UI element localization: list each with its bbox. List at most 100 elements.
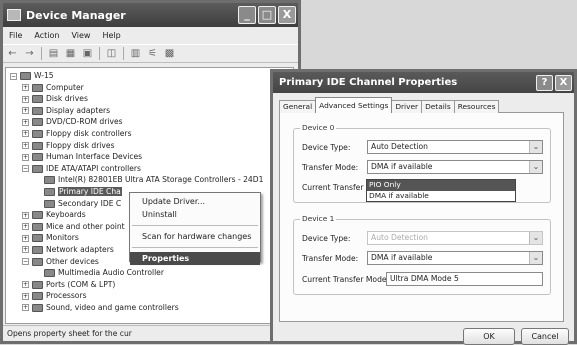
menu-item-scan-hardware[interactable]: Scan for hardware changes xyxy=(130,230,260,243)
tree-item-dvd-drives[interactable]: + DVD/CD-ROM drives xyxy=(10,116,293,128)
menu-file[interactable]: File xyxy=(9,31,22,40)
toolbar-separator xyxy=(99,47,100,60)
transfer-mode-dropdown-list[interactable]: PIO Only DMA if available xyxy=(366,179,516,202)
device-0-title: Device 0 xyxy=(300,123,337,132)
expand-icon[interactable]: + xyxy=(22,107,29,115)
cancel-button[interactable]: Cancel xyxy=(521,328,569,345)
device-1-title: Device 1 xyxy=(300,214,337,223)
expand-icon[interactable]: + xyxy=(22,281,29,289)
expand-icon[interactable]: + xyxy=(22,142,29,150)
device-1-current-row: Current Transfer Mode: xyxy=(302,272,389,286)
menu-item-properties[interactable]: Properties xyxy=(130,252,260,265)
tree-item-computer[interactable]: + Computer xyxy=(10,82,293,94)
tree-item-ide-controllers[interactable]: − IDE ATA/ATAPI controllers xyxy=(10,163,293,175)
menu-help[interactable]: Help xyxy=(102,31,120,40)
show-hide-tree-icon[interactable]: ▤ xyxy=(48,48,59,59)
tab-driver[interactable]: Driver xyxy=(391,100,423,113)
chevron-down-icon[interactable]: ⌄ xyxy=(529,252,542,264)
device-0-transfer-select[interactable]: DMA if available ⌄ xyxy=(367,160,543,174)
tree-item-intel-ata-controller[interactable]: Intel(R) 82801EB Ultra ATA Storage Contr… xyxy=(10,174,293,186)
device-type-label: Device Type: xyxy=(302,233,351,243)
window-title: Device Manager xyxy=(26,8,126,22)
current-transfer-label: Current Transfer M xyxy=(302,182,373,192)
port-icon xyxy=(32,280,43,289)
menu-item-uninstall[interactable]: Uninstall xyxy=(130,208,260,221)
tree-item-display-adapters[interactable]: + Display adapters xyxy=(10,105,293,117)
minimize-button[interactable]: _ xyxy=(238,6,256,24)
expand-icon[interactable]: + xyxy=(22,234,29,242)
menu-view[interactable]: View xyxy=(71,31,90,40)
network-adapter-icon xyxy=(32,245,43,254)
option-pio-only[interactable]: PIO Only xyxy=(367,180,515,191)
device-1-transfer-select[interactable]: DMA if available ⌄ xyxy=(367,251,543,265)
properties-icon[interactable]: ▦ xyxy=(65,48,76,59)
chevron-down-icon[interactable]: ⌄ xyxy=(529,141,542,153)
help-icon[interactable]: ◫ xyxy=(106,48,117,59)
forward-arrow-icon[interactable]: → xyxy=(24,48,35,59)
tree-item-processors[interactable]: + Processors xyxy=(10,290,293,302)
print-icon[interactable]: ▣ xyxy=(82,48,93,59)
mouse-icon xyxy=(32,222,43,231)
scan-hardware-icon[interactable]: ▥ xyxy=(130,48,141,59)
dialog-title: Primary IDE Channel Properties xyxy=(279,77,458,88)
expand-icon[interactable]: + xyxy=(22,95,29,103)
expand-icon[interactable]: + xyxy=(22,84,29,92)
tree-item-floppy-controllers[interactable]: + Floppy disk controllers xyxy=(10,128,293,140)
tree-item-ports[interactable]: + Ports (COM & LPT) xyxy=(10,279,293,291)
device-0-current-row: Current Transfer M xyxy=(302,180,372,194)
device-1-type-row: Device Type: xyxy=(302,231,366,245)
transfer-mode-label: Transfer Mode: xyxy=(302,253,359,263)
expand-icon[interactable]: + xyxy=(22,246,29,254)
help-button[interactable]: ? xyxy=(536,74,553,91)
monitor-icon xyxy=(32,234,43,243)
expand-icon[interactable]: + xyxy=(22,292,29,300)
expand-icon[interactable]: + xyxy=(22,304,29,312)
tree-item-floppy-drives[interactable]: + Floppy disk drives xyxy=(10,140,293,152)
floppy-drive-icon xyxy=(32,141,43,150)
tab-advanced-settings[interactable]: Advanced Settings xyxy=(315,97,393,113)
expand-icon[interactable]: + xyxy=(22,223,29,231)
computer-icon xyxy=(20,72,31,80)
device-0-type-select[interactable]: Auto Detection ⌄ xyxy=(367,140,543,154)
collapse-icon[interactable]: − xyxy=(10,72,17,80)
tree-item-disk-drives[interactable]: + Disk drives xyxy=(10,93,293,105)
tab-resources[interactable]: Resources xyxy=(453,100,500,113)
update-driver-icon[interactable]: ⚟ xyxy=(147,48,158,59)
uninstall-icon[interactable]: ▩ xyxy=(164,48,175,59)
ide-controller-icon xyxy=(32,164,43,173)
chevron-down-icon[interactable]: ⌄ xyxy=(529,232,542,244)
expand-icon[interactable]: + xyxy=(22,211,29,219)
collapse-icon[interactable]: − xyxy=(22,258,29,265)
current-transfer-mode-field: Ultra DMA Mode 5 xyxy=(386,272,543,286)
device-manager-titlebar[interactable]: Device Manager _ □ X xyxy=(3,3,298,27)
tab-general[interactable]: General xyxy=(279,100,317,113)
close-button[interactable]: X xyxy=(278,6,296,24)
warning-device-icon xyxy=(44,269,55,278)
dialog-titlebar[interactable]: Primary IDE Channel Properties ? X xyxy=(273,72,574,93)
expand-icon[interactable]: + xyxy=(22,118,29,126)
tab-details[interactable]: Details xyxy=(421,100,455,113)
dialog-client: General Advanced Settings Driver Details… xyxy=(273,93,574,345)
menu-action[interactable]: Action xyxy=(34,31,59,40)
dialog-close-button[interactable]: X xyxy=(555,74,572,91)
option-dma-if-available[interactable]: DMA if available xyxy=(367,191,515,202)
disk-drive-icon xyxy=(32,95,43,104)
back-arrow-icon[interactable]: ← xyxy=(7,48,18,59)
expand-icon[interactable]: + xyxy=(22,130,29,138)
tree-item-multimedia-audio[interactable]: Multimedia Audio Controller xyxy=(10,267,293,279)
collapse-icon[interactable]: − xyxy=(22,165,29,173)
tree-root[interactable]: − W-15 xyxy=(10,70,293,82)
ide-controller-icon xyxy=(44,187,55,196)
tree-item-sound-video[interactable]: + Sound, video and game controllers xyxy=(10,302,293,314)
device-1-type-select[interactable]: Auto Detection ⌄ xyxy=(367,231,543,245)
ok-button[interactable]: OK xyxy=(463,328,515,345)
tree-item-hid[interactable]: + Human Interface Devices xyxy=(10,151,293,163)
context-menu: Update Driver... Uninstall Scan for hard… xyxy=(129,192,261,265)
device-1-transfer-row: Transfer Mode: xyxy=(302,251,366,265)
expand-icon[interactable]: + xyxy=(22,153,29,161)
floppy-controller-icon xyxy=(32,129,43,138)
ide-controller-icon xyxy=(44,199,55,208)
maximize-button[interactable]: □ xyxy=(258,6,276,24)
menu-item-update-driver[interactable]: Update Driver... xyxy=(130,195,260,208)
chevron-down-icon[interactable]: ⌄ xyxy=(529,161,542,173)
